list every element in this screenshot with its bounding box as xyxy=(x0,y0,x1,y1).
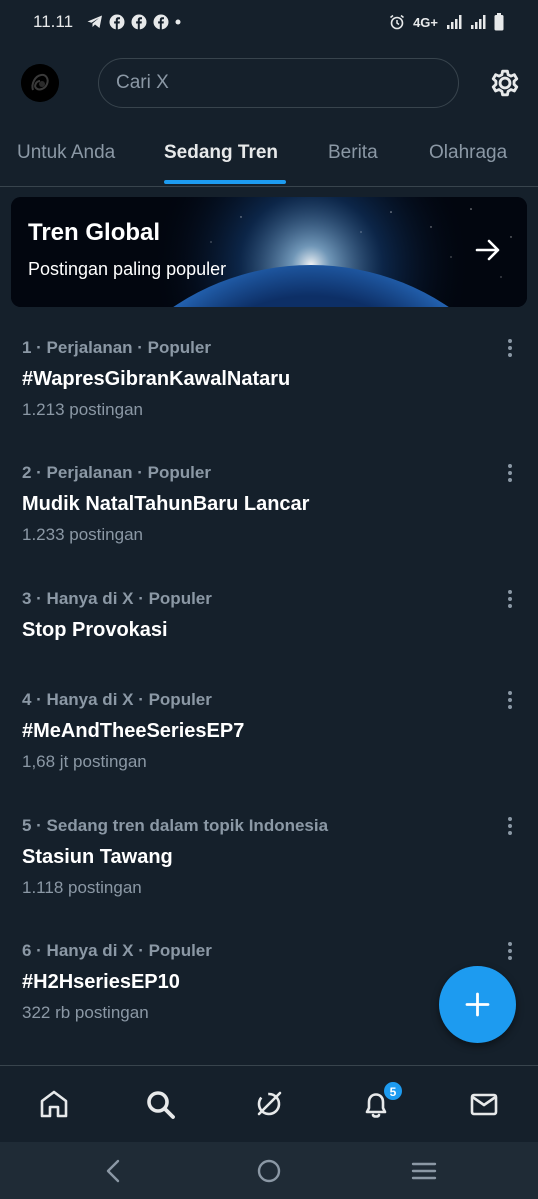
trend-meta: 6 · Hanya di X · Populer xyxy=(22,941,212,960)
compose-post-button[interactable] xyxy=(439,966,516,1043)
more-options-icon[interactable] xyxy=(500,690,520,714)
trend-meta: 4 · Hanya di X · Populer xyxy=(22,690,212,709)
trend-title: Stop Provokasi xyxy=(22,619,168,641)
trend-count: 1.233 postingan xyxy=(22,525,143,544)
status-time: 11.11 xyxy=(33,12,74,31)
trend-title: #WapresGibranKawalNataru xyxy=(22,368,291,390)
tab-olahraga[interactable]: Olahraga xyxy=(429,142,507,164)
facebook-icon xyxy=(131,14,147,30)
trend-title: Stasiun Tawang xyxy=(22,846,173,868)
more-options-icon[interactable] xyxy=(500,941,520,965)
top-bar: Cari X xyxy=(0,56,538,110)
status-bar: 11.11 4G+ xyxy=(0,0,538,44)
telegram-icon xyxy=(87,15,103,28)
facebook-icon xyxy=(153,14,169,30)
trend-count: 322 rb postingan xyxy=(22,1003,149,1022)
more-options-icon[interactable] xyxy=(500,463,520,487)
trend-title: #H2HseriesEP10 xyxy=(22,971,180,993)
active-tab-indicator xyxy=(164,180,286,184)
tab-sedang-tren[interactable]: Sedang Tren xyxy=(164,142,278,164)
alarm-icon xyxy=(390,14,405,30)
more-options-icon[interactable] xyxy=(500,816,520,840)
banner-subtitle: Postingan paling populer xyxy=(28,259,227,279)
facebook-icon xyxy=(109,14,125,30)
tab-bar: Untuk Anda Sedang Tren Berita Olahraga xyxy=(0,128,538,187)
dot-icon xyxy=(175,19,181,25)
trend-count: 1.213 postingan xyxy=(22,400,143,419)
tab-berita[interactable]: Berita xyxy=(328,142,378,164)
battery-icon xyxy=(494,13,504,31)
avatar[interactable] xyxy=(21,64,59,102)
search-icon[interactable] xyxy=(142,1086,178,1122)
recent-apps-icon[interactable] xyxy=(410,1158,438,1184)
grok-icon[interactable] xyxy=(251,1086,287,1122)
arrow-right-icon[interactable] xyxy=(473,235,503,265)
home-circle-icon[interactable] xyxy=(256,1158,282,1184)
banner-title: Tren Global xyxy=(28,219,161,246)
trend-item[interactable]: 5 · Sedang tren dalam topik Indonesia St… xyxy=(0,816,538,936)
bottom-navigation: 5 xyxy=(0,1065,538,1142)
search-input[interactable]: Cari X xyxy=(98,58,459,108)
trend-item[interactable]: 4 · Hanya di X · Populer #MeAndTheeSerie… xyxy=(0,690,538,810)
home-icon[interactable] xyxy=(36,1086,72,1122)
trend-item[interactable]: 1 · Perjalanan · Populer #WapresGibranKa… xyxy=(0,338,538,458)
earth-image xyxy=(11,197,527,307)
trend-title: Mudik NatalTahunBaru Lancar xyxy=(22,493,310,515)
global-trends-banner[interactable]: Tren Global Postingan paling populer xyxy=(11,197,527,307)
trend-meta: 1 · Perjalanan · Populer xyxy=(22,338,211,357)
trend-item[interactable]: 2 · Perjalanan · Populer Mudik NatalTahu… xyxy=(0,463,538,583)
plus-icon xyxy=(465,992,490,1017)
gear-icon[interactable] xyxy=(488,66,522,100)
notification-badge: 5 xyxy=(383,1081,403,1101)
trend-meta: 2 · Perjalanan · Populer xyxy=(22,463,211,482)
trend-meta: 5 · Sedang tren dalam topik Indonesia xyxy=(22,816,329,835)
trend-count: 1.118 postingan xyxy=(22,878,142,897)
tab-untuk-anda[interactable]: Untuk Anda xyxy=(17,142,115,164)
trend-meta: 3 · Hanya di X · Populer xyxy=(22,589,212,608)
search-placeholder: Cari X xyxy=(116,72,169,93)
trend-count: 1,68 jt postingan xyxy=(22,752,147,771)
messages-icon[interactable] xyxy=(466,1086,502,1122)
signal-icon xyxy=(447,15,462,29)
more-options-icon[interactable] xyxy=(500,589,520,613)
system-navigation-bar xyxy=(0,1142,538,1199)
more-options-icon[interactable] xyxy=(500,338,520,362)
back-icon[interactable] xyxy=(102,1158,126,1184)
signal-icon xyxy=(471,15,486,29)
network-label: 4G+ xyxy=(413,14,438,30)
trend-title: #MeAndTheeSeriesEP7 xyxy=(22,720,245,742)
